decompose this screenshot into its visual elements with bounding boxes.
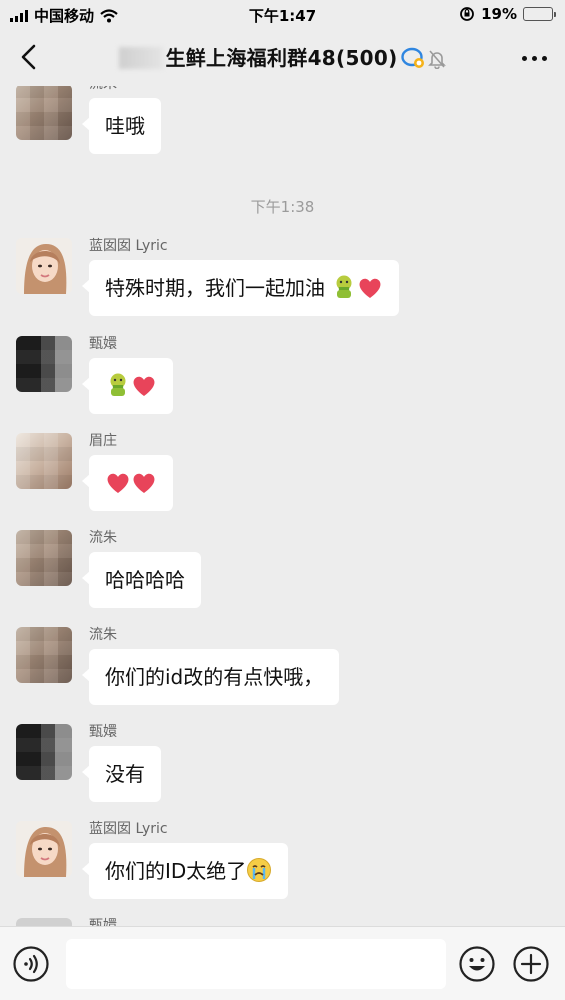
message-item: 流朱 哈哈哈哈 <box>16 530 201 608</box>
group-number: 48 <box>307 46 336 70</box>
avatar[interactable] <box>16 86 72 140</box>
message-bubble[interactable]: 特殊时期，我们一起加油 <box>81 260 400 316</box>
mute-bell-icon <box>427 50 446 69</box>
message-input[interactable] <box>66 939 446 989</box>
message-text: 没有 <box>105 762 145 786</box>
avatar[interactable] <box>16 530 72 586</box>
message-bubble[interactable]: 哈哈哈哈 <box>82 552 201 608</box>
message-text: 你们的id改的有点快哦， <box>105 665 324 689</box>
plus-icon[interactable] <box>512 945 550 983</box>
girl-portrait-icon <box>16 238 72 294</box>
message-bubble[interactable]: 哇哦 <box>82 98 161 154</box>
title-text: 生鲜上海福利群 <box>165 46 308 70</box>
avatar[interactable] <box>16 336 72 392</box>
message-body: 蓝囡囡 Lyric 你们的ID太绝了 <box>81 821 289 899</box>
avatar[interactable] <box>16 433 72 489</box>
battery-icon <box>523 7 556 21</box>
sender-name: 流朱 <box>89 627 117 643</box>
sender-name: 蓝囡囡 Lyric <box>89 238 168 254</box>
message-item: 甄嬛 <box>16 918 117 926</box>
message-bubble[interactable] <box>82 455 173 511</box>
message-list[interactable]: 流朱 哇哦 下午1:38 蓝囡囡 Lyric 特殊时期，我们一起 <box>0 86 565 926</box>
rotation-lock-icon <box>460 7 474 21</box>
chat-screen: 中国移动 下午1:47 19% 生鲜上海福利群48(500) 哇哦 下午1:38… <box>0 0 565 1000</box>
nav-bar: 生鲜上海福利群48(500) <box>0 28 565 86</box>
message-bubble[interactable] <box>82 358 173 414</box>
sender-name: 甄嬛 <box>89 336 117 352</box>
heart-emoji-icon <box>359 278 381 298</box>
more-options-icon[interactable] <box>522 56 547 61</box>
message-item: 流朱 哇哦 <box>16 86 161 154</box>
message-body: 甄嬛 <box>82 336 173 414</box>
message-body: 甄嬛 没有 <box>82 724 161 802</box>
avatar[interactable] <box>16 821 72 877</box>
crying-emoji-icon <box>247 858 272 882</box>
message-body: 蓝囡囡 Lyric 特殊时期，我们一起加油 <box>81 238 400 316</box>
message-item: 眉庄 <box>16 433 173 511</box>
message-body: 流朱 哈哈哈哈 <box>82 530 201 608</box>
sender-name: 流朱 <box>89 86 161 98</box>
heart-emoji-icon <box>107 473 129 493</box>
multi-chat-icon <box>400 47 424 68</box>
sender-name: 流朱 <box>89 530 117 546</box>
chat-title[interactable]: 生鲜上海福利群48(500) <box>0 42 565 71</box>
status-bar: 中国移动 下午1:47 19% <box>0 0 565 28</box>
sender-name: 眉庄 <box>89 433 117 449</box>
message-item: 蓝囡囡 Lyric 你们的ID太绝了 <box>16 821 289 899</box>
message-item: 蓝囡囡 Lyric 特殊时期，我们一起加油 <box>16 238 400 316</box>
sender-name: 甄嬛 <box>89 918 117 926</box>
message-item: 甄嬛 没有 <box>16 724 161 802</box>
heart-emoji-icon <box>133 376 155 396</box>
avatar[interactable] <box>16 918 72 926</box>
member-count: (500) <box>336 46 398 70</box>
message-body: 甄嬛 <box>89 918 117 926</box>
puke-emoji-icon <box>110 373 126 396</box>
message-text: 哇哦 <box>105 114 145 138</box>
message-bubble[interactable]: 没有 <box>82 746 161 802</box>
message-item: 流朱 你们的id改的有点快哦， <box>16 627 340 705</box>
message-bubble[interactable]: 你们的id改的有点快哦， <box>81 649 340 705</box>
message-text: 哈哈哈哈 <box>105 568 185 592</box>
sender-name: 甄嬛 <box>89 724 117 740</box>
message-body: 眉庄 <box>82 433 173 511</box>
avatar[interactable] <box>16 627 72 683</box>
smiley-icon[interactable] <box>458 945 496 983</box>
status-right: 19% <box>459 5 556 23</box>
voice-icon[interactable] <box>12 945 50 983</box>
girl-portrait-icon <box>16 821 72 877</box>
battery-percent: 19% <box>481 5 517 23</box>
avatar[interactable] <box>16 724 72 780</box>
redacted-text <box>119 47 164 69</box>
input-bar <box>0 926 565 1000</box>
avatar[interactable] <box>16 238 72 294</box>
message-text: 特殊时期，我们一起加油 <box>105 276 325 300</box>
time-separator: 下午1:38 <box>250 198 315 216</box>
sender-name: 蓝囡囡 Lyric <box>89 821 168 837</box>
message-bubble[interactable]: 你们的ID太绝了 <box>81 843 289 899</box>
message-body: 流朱 哇哦 <box>82 86 161 154</box>
puke-emoji-icon <box>336 275 352 298</box>
heart-emoji-icon <box>133 473 155 493</box>
message-item: 甄嬛 <box>16 336 173 414</box>
message-body: 流朱 你们的id改的有点快哦， <box>81 627 340 705</box>
message-text: 你们的ID太绝了 <box>105 859 247 883</box>
